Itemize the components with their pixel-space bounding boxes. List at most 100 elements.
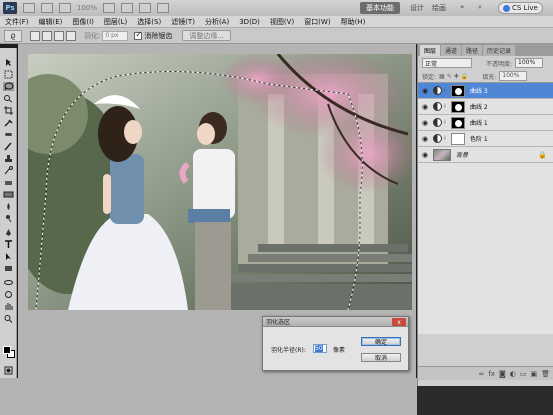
move-tool-icon[interactable] <box>3 58 14 67</box>
layers-footer: ∞ fx ◙ ◐ ▭ ▣ 🗑 <box>418 366 553 380</box>
zoom-tool-icon[interactable] <box>3 314 14 323</box>
layer-row[interactable]: ◉ 背景 🔒 <box>418 147 553 163</box>
foreground-color-swatch[interactable] <box>3 346 11 354</box>
document-canvas[interactable] <box>28 54 412 310</box>
menu-edit[interactable]: 编辑(E) <box>34 17 68 27</box>
curves-adjustment-icon <box>433 86 442 95</box>
quick-mask-icon[interactable] <box>3 366 14 375</box>
path-selection-tool-icon[interactable] <box>3 252 14 261</box>
menu-file[interactable]: 文件(F) <box>0 17 34 27</box>
layer-mask-thumbnail[interactable] <box>451 132 465 145</box>
pen-tool-icon[interactable] <box>3 228 14 237</box>
workspace-design-link[interactable]: 设计 <box>410 3 424 13</box>
new-layer-icon[interactable]: ▣ <box>530 370 537 378</box>
layer-mask-thumbnail[interactable] <box>451 100 465 113</box>
menu-filter[interactable]: 滤镜(T) <box>166 17 200 27</box>
cancel-button[interactable]: 取消 <box>361 353 401 362</box>
crop-tool-icon[interactable] <box>3 106 14 115</box>
feather-radius-label: 羽化半径(R): <box>271 347 306 354</box>
blur-tool-icon[interactable] <box>3 202 14 211</box>
menu-analysis[interactable]: 分析(A) <box>200 17 234 27</box>
visibility-eye-icon[interactable]: ◉ <box>420 134 430 144</box>
layer-mask-thumbnail[interactable] <box>451 84 465 97</box>
new-selection-icon[interactable] <box>30 30 40 41</box>
gradient-tool-icon[interactable] <box>3 190 14 199</box>
zoom-tool-icon[interactable] <box>121 3 134 13</box>
tab-paths[interactable]: 路径 <box>462 45 483 56</box>
clone-stamp-tool-icon[interactable] <box>3 154 14 163</box>
tab-channels[interactable]: 通道 <box>441 45 462 56</box>
dodge-tool-icon[interactable] <box>3 214 14 223</box>
opacity-input[interactable]: 100% <box>515 58 544 68</box>
lock-icons[interactable]: ▦✎✚🔒 <box>439 73 470 80</box>
workspace-more-icon[interactable]: » <box>460 3 464 11</box>
3d-rotate-tool-icon[interactable] <box>3 278 14 287</box>
minibridge-icon[interactable] <box>41 3 53 13</box>
menu-view[interactable]: 视图(V) <box>265 17 299 27</box>
workspace-painting-link[interactable]: 绘画 <box>432 3 446 13</box>
layer-row[interactable]: ◉ ⁞ 色阶 1 <box>418 131 553 147</box>
menu-3d[interactable]: 3D(D) <box>234 18 265 26</box>
eyedropper-tool-icon[interactable] <box>3 118 14 127</box>
new-group-icon[interactable]: ▭ <box>520 370 527 378</box>
lasso-preset-icon[interactable]: ϱ <box>4 29 22 42</box>
screen-mode-icon[interactable] <box>139 3 152 13</box>
visibility-eye-icon[interactable]: ◉ <box>420 150 430 160</box>
photoshop-logo: Ps <box>3 2 17 14</box>
bridge-icon[interactable] <box>23 3 35 13</box>
ok-button[interactable]: 确定 <box>361 337 401 346</box>
pixel-unit-label: 像素 <box>333 347 346 354</box>
layer-mask-thumbnail[interactable] <box>451 116 465 129</box>
lasso-tool-icon[interactable] <box>3 82 14 91</box>
blend-mode-select[interactable]: 正常 <box>422 58 472 68</box>
antialias-checkbox[interactable] <box>134 30 143 40</box>
hand-tool-icon[interactable] <box>3 302 14 311</box>
refine-edge-button[interactable]: 调整边缘... <box>182 30 232 41</box>
3d-orbit-tool-icon[interactable] <box>3 290 14 299</box>
status-area <box>0 378 417 415</box>
fill-input[interactable]: 100% <box>499 71 528 81</box>
feather-input[interactable]: 0 px <box>102 30 129 41</box>
shape-tool-icon[interactable] <box>3 264 14 273</box>
new-adjustment-icon[interactable]: ◐ <box>510 370 516 378</box>
layer-style-icon[interactable]: fx <box>488 370 495 378</box>
hand-tool-icon[interactable] <box>103 3 116 13</box>
delete-layer-icon[interactable]: 🗑 <box>541 370 550 378</box>
brush-tool-icon[interactable] <box>3 142 14 151</box>
eraser-tool-icon[interactable] <box>3 178 14 187</box>
layer-row[interactable]: ◉ ⁞ 曲线 1 <box>418 115 553 131</box>
menu-help[interactable]: 帮助(H) <box>336 17 371 27</box>
intersect-selection-icon[interactable] <box>66 30 76 41</box>
zoom-level[interactable]: 100% <box>77 4 97 12</box>
healing-brush-tool-icon[interactable] <box>3 130 14 139</box>
tab-history[interactable]: 历史记录 <box>483 45 516 56</box>
layer-row[interactable]: ◉ ⁞ 曲线 2 <box>418 99 553 115</box>
close-button[interactable]: x <box>392 318 406 326</box>
cs-live-button[interactable]: CS Live <box>498 2 543 14</box>
visibility-eye-icon[interactable]: ◉ <box>420 86 430 96</box>
visibility-eye-icon[interactable]: ◉ <box>420 102 430 112</box>
menu-layer[interactable]: 图层(L) <box>99 17 132 27</box>
background-thumbnail[interactable] <box>433 148 451 161</box>
subtract-selection-icon[interactable] <box>54 30 64 41</box>
layer-row[interactable]: ◉ ⁞ 曲线 3 <box>418 83 553 99</box>
search-icon[interactable]: ⌕ <box>478 3 482 12</box>
feather-radius-input[interactable]: 50 <box>313 344 327 353</box>
layer-name: 曲线 2 <box>470 104 488 111</box>
link-layers-icon[interactable]: ∞ <box>479 370 485 378</box>
history-brush-tool-icon[interactable] <box>3 166 14 175</box>
tab-layers[interactable]: 图层 <box>420 45 441 56</box>
quick-select-tool-icon[interactable] <box>3 94 14 103</box>
visibility-eye-icon[interactable]: ◉ <box>420 118 430 128</box>
menu-window[interactable]: 窗口(W) <box>299 17 335 27</box>
add-mask-icon[interactable]: ◙ <box>499 370 506 378</box>
menu-select[interactable]: 选择(S) <box>132 17 166 27</box>
link-icon: ⁞ <box>444 102 446 110</box>
grid-icon[interactable] <box>59 3 71 13</box>
add-selection-icon[interactable] <box>42 30 52 41</box>
workspace-essentials-button[interactable]: 基本功能 <box>360 2 400 14</box>
marquee-tool-icon[interactable] <box>3 70 14 79</box>
menu-image[interactable]: 图像(I) <box>67 17 99 27</box>
arrange-documents-icon[interactable] <box>157 3 170 13</box>
type-tool-icon[interactable] <box>3 240 14 249</box>
